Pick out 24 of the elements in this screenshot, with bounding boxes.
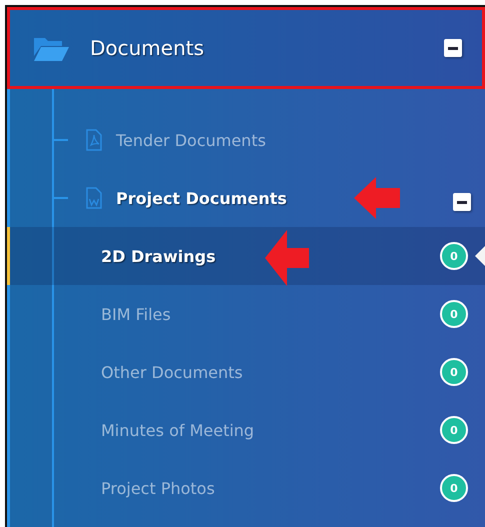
item-label: Minutes of Meeting [101, 420, 256, 440]
count-badge: 0 [440, 474, 468, 502]
tree-item[interactable]: 2D Drawings 0 [7, 227, 485, 285]
item-label: Other Documents [101, 362, 244, 382]
item-label: 2D Drawings [101, 246, 217, 266]
tree-item[interactable]: Minutes of Meeting 0 [7, 401, 485, 459]
item-label: BIM Files [101, 304, 172, 324]
tree-item[interactable]: BIM Files 0 [7, 285, 485, 343]
count-badge: 0 [440, 358, 468, 386]
pdf-file-icon [86, 129, 102, 151]
word-file-icon [86, 187, 102, 209]
folder-item[interactable]: Project Documents [116, 188, 287, 208]
tree-item[interactable]: Other Documents 0 [7, 343, 485, 401]
collapse-toggle[interactable] [453, 193, 471, 211]
count-badge: 0 [440, 242, 468, 270]
tree-item[interactable]: Project Photos 0 [7, 459, 485, 517]
count-badge: 0 [440, 416, 468, 444]
section-title: Documents [90, 36, 206, 60]
pointer-icon [475, 246, 485, 266]
documents-header[interactable]: Documents [7, 7, 485, 89]
count-badge: 0 [440, 300, 468, 328]
item-label: Project Photos [101, 478, 216, 498]
folder-item[interactable]: Tender Documents [116, 130, 266, 150]
collapse-toggle[interactable] [444, 39, 462, 57]
